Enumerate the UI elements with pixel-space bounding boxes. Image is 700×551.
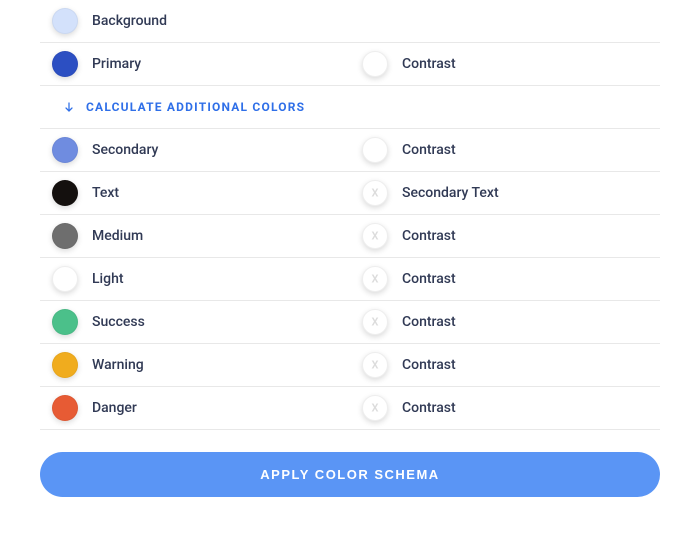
swatch-text-contrast[interactable] [362,180,388,206]
label-success-contrast: Contrast [402,314,456,330]
swatch-light[interactable] [52,266,78,292]
swatch-warning-contrast[interactable] [362,352,388,378]
color-row-light: Light Contrast [40,258,660,301]
swatch-secondary[interactable] [52,137,78,163]
color-row-danger: Danger Contrast [40,387,660,430]
swatch-success-contrast[interactable] [362,309,388,335]
label-primary: Primary [92,56,141,72]
label-light: Light [92,271,124,287]
color-row-success: Success Contrast [40,301,660,344]
label-medium-contrast: Contrast [402,228,456,244]
arrow-down-icon [62,100,76,114]
label-text-contrast: Secondary Text [402,185,499,201]
label-warning: Warning [92,357,144,373]
swatch-primary-contrast[interactable] [362,51,388,77]
swatch-primary[interactable] [52,51,78,77]
swatch-secondary-contrast[interactable] [362,137,388,163]
label-secondary: Secondary [92,142,158,158]
calculate-additional-colors-button[interactable]: CALCULATE ADDITIONAL COLORS [40,86,660,129]
contrast-cell-primary: Contrast [350,51,660,77]
apply-color-schema-button[interactable]: APPLY COLOR SCHEMA [40,452,660,497]
swatch-background[interactable] [52,8,78,34]
calculate-label: CALCULATE ADDITIONAL COLORS [86,100,305,114]
swatch-danger-contrast[interactable] [362,395,388,421]
label-primary-contrast: Contrast [402,56,456,72]
swatch-medium-contrast[interactable] [362,223,388,249]
label-light-contrast: Contrast [402,271,456,287]
swatch-danger[interactable] [52,395,78,421]
swatch-text[interactable] [52,180,78,206]
label-background: Background [92,13,167,29]
label-text: Text [92,185,119,201]
color-row-secondary: Secondary Contrast [40,129,660,172]
label-danger: Danger [92,400,137,416]
label-warning-contrast: Contrast [402,357,456,373]
color-row-medium: Medium Contrast [40,215,660,258]
color-cell-primary: Primary [40,51,350,77]
color-row-text: Text Secondary Text [40,172,660,215]
swatch-success[interactable] [52,309,78,335]
color-row-primary: Primary Contrast [40,43,660,86]
label-danger-contrast: Contrast [402,400,456,416]
label-medium: Medium [92,228,143,244]
swatch-warning[interactable] [52,352,78,378]
swatch-medium[interactable] [52,223,78,249]
swatch-light-contrast[interactable] [362,266,388,292]
color-cell-background: Background [40,8,350,34]
label-secondary-contrast: Contrast [402,142,456,158]
color-row-warning: Warning Contrast [40,344,660,387]
label-success: Success [92,314,145,330]
color-row-background: Background [40,0,660,43]
